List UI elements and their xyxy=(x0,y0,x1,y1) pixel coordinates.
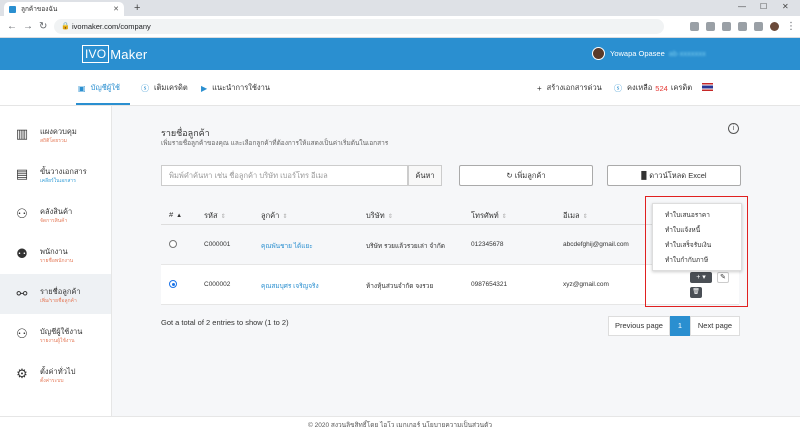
tab-account[interactable]: ▣ บัญชีผู้ใช้ xyxy=(78,82,120,94)
tab-add-credit[interactable]: ⓢ เติมเครดิต xyxy=(141,82,188,94)
sub-navigation: ▣ บัญชีผู้ใช้ ⓢ เติมเครดิต ▶ แนะนำการใช้… xyxy=(0,70,800,106)
maximize-icon[interactable]: ☐ xyxy=(760,2,767,11)
camera-icon[interactable] xyxy=(722,22,731,31)
new-tab-icon[interactable]: + xyxy=(134,2,140,14)
page-1-button[interactable]: 1 xyxy=(670,316,690,336)
sidebar-item-documents[interactable]: ▤ ขั้นวางเอกสาร เคลียร์ในเอกสาร xyxy=(0,154,111,194)
video-icon: ▶ xyxy=(201,83,208,93)
menu-kebab-icon[interactable]: ⋮ xyxy=(786,21,796,32)
footer: © 2020 สงวนลิขสิทธิ์โดย ไอโว เมกเกอร์ นโ… xyxy=(0,416,800,434)
credit-balance: ⓢ คงเหลือ 524 เครดิต xyxy=(614,83,693,93)
settings-icon: ⚙ xyxy=(16,366,28,381)
sidebar-item-inventory[interactable]: ⚇ คลังสินค้า จัดการสินค้า xyxy=(0,194,111,234)
customer-name-link[interactable]: คุณพันชาย ได้แยะ xyxy=(261,241,313,251)
search-input[interactable]: พิมพ์คำค้นหา เช่น ชื่อลูกค้า บริษัท เบอร… xyxy=(161,165,408,186)
chart-icon: ▥ xyxy=(15,126,29,141)
sidebar-item-user-accounts[interactable]: ⚇ บัญชีผู้ใช้งาน รายงานผู้ใช้งาน xyxy=(0,314,111,354)
sidebar-item-employees[interactable]: ⚉ พนักงาน รายชื่อพนักงาน xyxy=(0,234,111,274)
refresh-icon: ↻ xyxy=(506,171,515,180)
star-icon[interactable] xyxy=(738,22,747,31)
col-phone[interactable]: โทรศัพท์ ⇕ xyxy=(471,210,507,222)
row-select-radio[interactable] xyxy=(169,280,177,288)
user-menu[interactable]: Yowapa Opasee ab·xxxxxxx xyxy=(592,47,706,60)
profile-avatar-icon[interactable] xyxy=(770,22,779,31)
menu-item-tax-invoice[interactable]: ทำใบกำกับภาษี xyxy=(653,255,743,265)
url-field[interactable]: 🔒 ivomaker.com/company xyxy=(54,19,664,34)
translate-icon[interactable] xyxy=(690,22,699,31)
col-index[interactable]: # ▲ xyxy=(169,210,182,219)
entries-summary: Got a total of 2 entries to show (1 to 2… xyxy=(161,318,289,327)
user-name: Yowapa Opasee xyxy=(610,49,665,58)
lock-icon: 🔒 xyxy=(61,23,70,30)
info-icon[interactable]: i xyxy=(728,123,739,134)
back-icon[interactable]: ← xyxy=(7,21,17,32)
col-code[interactable]: รหัส ⇕ xyxy=(204,210,226,222)
sidebar: ▥ แผงควบคุม สถิติโดยรวม ▤ ขั้นวางเอกสาร … xyxy=(0,106,112,416)
coin-icon: ⓢ xyxy=(614,83,622,93)
minimize-icon[interactable]: — xyxy=(738,2,746,11)
employee-icon: ⚉ xyxy=(16,246,28,261)
coin-icon: ⓢ xyxy=(141,83,149,93)
active-tab-indicator xyxy=(76,103,130,105)
col-email[interactable]: อีเมล ⇕ xyxy=(563,210,588,222)
sidebar-item-customers[interactable]: ⚯ รายชื่อลูกค้า เพิ่ม/รายชื่อลูกค้า xyxy=(0,274,111,314)
favicon-icon xyxy=(9,5,16,13)
sidebar-item-settings[interactable]: ⚙ ตั้งค่าทั่วไป ตั้งค่าระบบ xyxy=(0,354,111,394)
browser-tab-title: ลูกค้าของฉัน xyxy=(21,6,58,13)
inventory-icon: ⚇ xyxy=(16,206,28,221)
menu-item-invoice[interactable]: ทำใบแจ้งหนี้ xyxy=(653,225,743,235)
add-customer-button[interactable]: ↻ เพิ่มลูกค้า xyxy=(459,165,593,186)
menu-item-receipt[interactable]: ทำใบเสร็จรับเงิน xyxy=(653,240,743,250)
next-page-button[interactable]: Next page xyxy=(690,316,740,336)
reload-icon[interactable]: ↻ xyxy=(39,21,47,32)
language-flag-icon[interactable] xyxy=(702,83,713,91)
puzzle-icon[interactable] xyxy=(754,22,763,31)
user-extra: ab·xxxxxxx xyxy=(668,49,706,58)
create-document-menu: ทำใบเสนอราคา ทำใบแจ้งหนี้ ทำใบเสร็จรับเง… xyxy=(652,203,742,271)
url-text: ivomaker.com/company xyxy=(72,22,151,31)
browser-tab[interactable]: ลูกค้าของฉัน ✕ xyxy=(4,2,124,16)
browser-tab-bar: ลูกค้าของฉัน ✕ + — ☐ ✕ xyxy=(0,0,800,16)
menu-item-quotation[interactable]: ทำใบเสนอราคา xyxy=(653,210,743,220)
user-account-icon: ⚇ xyxy=(16,326,28,341)
customers-icon: ⚯ xyxy=(16,286,28,301)
page-description: เพิ่มรายชื่อลูกค้าของคุณ และเลือกลูกค้าท… xyxy=(161,140,389,147)
account-icon: ▣ xyxy=(78,83,86,93)
app-header: IVO Maker Yowapa Opasee ab·xxxxxxx xyxy=(0,38,800,70)
download-excel-button[interactable]: ▉ ดาวน์โหลด Excel xyxy=(607,165,741,186)
app-logo[interactable]: IVO Maker xyxy=(82,44,147,64)
document-icon: ▤ xyxy=(15,166,29,181)
sidebar-item-dashboard[interactable]: ▥ แผงควบคุม สถิติโดยรวม xyxy=(0,114,111,154)
previous-page-button[interactable]: Previous page xyxy=(608,316,670,336)
extension-icon[interactable] xyxy=(706,22,715,31)
create-quick-doc-link[interactable]: + สร้างเอกสารด่วน xyxy=(537,82,602,94)
address-bar: ← → ↻ 🔒 ivomaker.com/company ⋮ xyxy=(0,16,800,38)
row-select-radio[interactable] xyxy=(169,240,177,248)
forward-icon[interactable]: → xyxy=(23,21,33,32)
col-company[interactable]: บริษัท ⇕ xyxy=(366,210,393,222)
tab-guide[interactable]: ▶ แนะนำการใช้งาน xyxy=(201,82,270,94)
search-button[interactable]: ค้นหา xyxy=(408,165,442,186)
close-window-icon[interactable]: ✕ xyxy=(782,2,789,11)
customer-name-link[interactable]: คุณสมบุศร เจริญจริง xyxy=(261,281,319,291)
col-customer[interactable]: ลูกค้า ⇕ xyxy=(261,210,287,222)
plus-icon: + xyxy=(537,83,542,93)
avatar xyxy=(592,47,605,60)
close-tab-icon[interactable]: ✕ xyxy=(113,5,119,13)
